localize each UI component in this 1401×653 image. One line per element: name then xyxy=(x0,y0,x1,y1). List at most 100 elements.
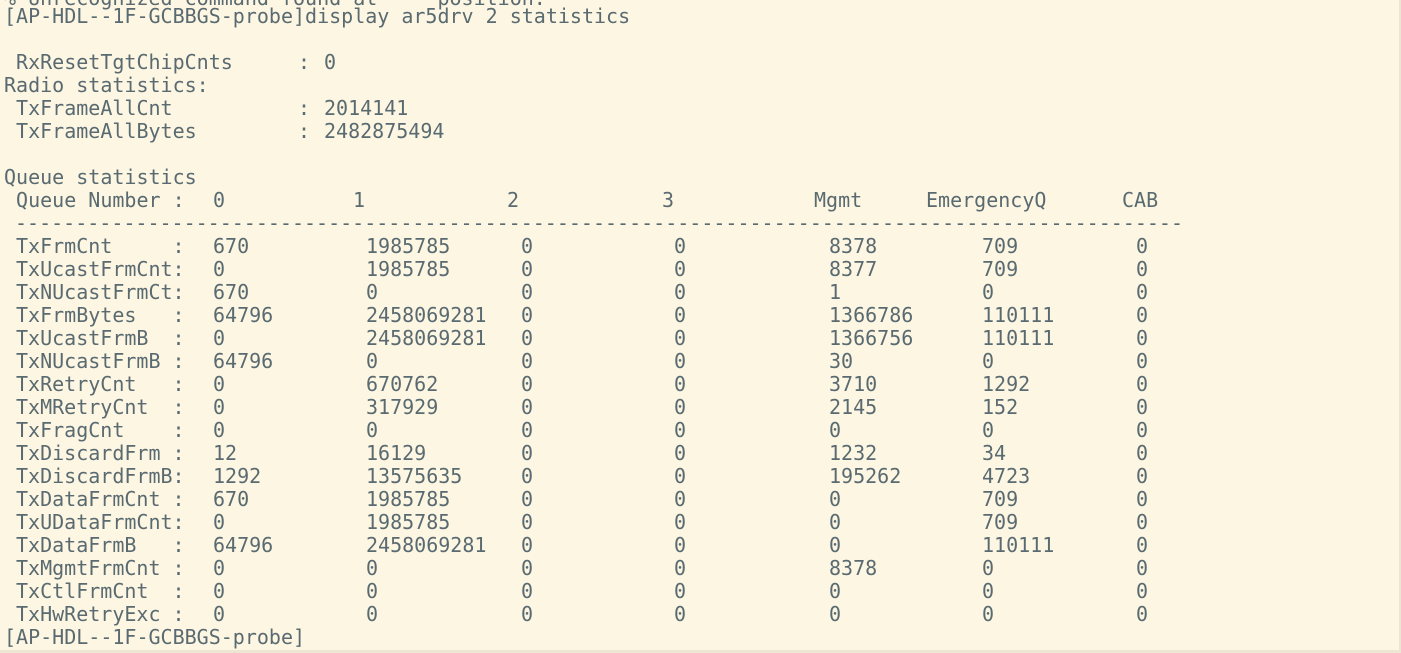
radio-stat-label: TxFrameAllCnt xyxy=(4,96,173,120)
table-row: TxDiscardFrmB: 1292 13575635 0 0 195262 4723 0 xyxy=(4,465,1384,488)
table-row: TxFragCnt : 0 0 0 0 0 0 0 xyxy=(4,419,1384,442)
row-label: TxMRetryCnt : xyxy=(16,395,185,419)
table-cell: 709 xyxy=(982,510,1019,534)
table-cell: 0 xyxy=(674,441,687,465)
table-row: TxNUcastFrmB : 64796 0 0 0 30 0 0 xyxy=(4,350,1384,373)
table-cell: 0 xyxy=(982,579,995,603)
table-cell: 0 xyxy=(521,372,534,396)
table-cell: 0 xyxy=(829,533,842,557)
queue-header-label: Queue Number : xyxy=(4,188,185,212)
table-row: TxUDataFrmCnt: 0 1985785 0 0 0 709 0 xyxy=(4,511,1384,534)
table-cell: 0 xyxy=(213,395,226,419)
row-label: TxFrmBytes : xyxy=(16,303,185,327)
table-cell: 0 xyxy=(982,349,995,373)
table-cell: 0 xyxy=(674,326,687,350)
table-cell: 0 xyxy=(366,349,379,373)
table-cell: 0 xyxy=(982,280,995,304)
table-row: TxFrmBytes : 64796 2458069281 0 0 1366786 1101… xyxy=(4,304,1384,327)
table-cell: 1366786 xyxy=(829,303,914,327)
table-cell: 1985785 xyxy=(366,487,451,511)
table-cell: 195262 xyxy=(829,464,902,488)
table-cell: 670 xyxy=(213,280,250,304)
table-cell: 2145 xyxy=(829,395,878,419)
table-cell: 0 xyxy=(1136,326,1149,350)
radio-stat-value: 2014141 xyxy=(324,96,409,120)
table-cell: 3710 xyxy=(829,372,878,396)
table-cell: 709 xyxy=(982,257,1019,281)
table-cell: 0 xyxy=(213,579,226,603)
table-cell: 0 xyxy=(213,326,226,350)
table-cell: 0 xyxy=(521,464,534,488)
table-cell: 317929 xyxy=(366,395,439,419)
table-cell: 0 xyxy=(1136,257,1149,281)
table-cell: 0 xyxy=(213,257,226,281)
table-row: TxMgmtFrmCnt : 0 0 0 0 8378 0 0 xyxy=(4,557,1384,580)
table-cell: 0 xyxy=(674,349,687,373)
table-cell: 0 xyxy=(982,602,995,626)
radio-stat-label: TxFrameAllBytes xyxy=(4,119,197,143)
table-cell: 0 xyxy=(213,556,226,580)
table-cell: 0 xyxy=(674,395,687,419)
table-cell: 2458069281 xyxy=(366,326,487,350)
reset-stat-colon: : xyxy=(298,50,323,74)
table-row: TxCtlFrmCnt : 0 0 0 0 0 0 0 xyxy=(4,580,1384,603)
table-cell: 0 xyxy=(521,510,534,534)
table-cell: 1232 xyxy=(829,441,878,465)
table-cell: 8377 xyxy=(829,257,878,281)
command-line: [AP-HDL--1F-GCBBGS-probe]display ar5drv … xyxy=(4,4,631,28)
table-cell: 0 xyxy=(521,349,534,373)
row-label: TxDataFrmCnt : xyxy=(16,487,185,511)
table-row: TxDataFrmB : 64796 2458069281 0 0 0 110111 0 xyxy=(4,534,1384,557)
radio-stat-line: TxFrameAllCnt : 2014141 xyxy=(4,97,704,120)
table-row: TxMRetryCnt : 0 317929 0 0 2145 152 0 xyxy=(4,396,1384,419)
table-cell: 0 xyxy=(674,602,687,626)
table-cell: 0 xyxy=(674,303,687,327)
radio-stat-colon: : xyxy=(298,119,323,143)
table-cell: 0 xyxy=(829,602,842,626)
row-label: TxUcastFrmCnt: xyxy=(16,257,185,281)
table-cell: 0 xyxy=(1136,464,1149,488)
table-cell: 13575635 xyxy=(366,464,463,488)
table-cell: 0 xyxy=(982,418,995,442)
row-label: TxDiscardFrm : xyxy=(16,441,185,465)
queue-column-header: 2 xyxy=(507,188,520,212)
table-cell: 0 xyxy=(213,510,226,534)
table-cell: 0 xyxy=(521,280,534,304)
table-cell: 110111 xyxy=(982,533,1055,557)
table-cell: 0 xyxy=(213,602,226,626)
table-cell: 0 xyxy=(829,510,842,534)
table-cell: 0 xyxy=(674,510,687,534)
table-cell: 0 xyxy=(674,280,687,304)
table-cell: 0 xyxy=(366,579,379,603)
table-cell: 64796 xyxy=(213,349,274,373)
table-cell: 0 xyxy=(521,602,534,626)
table-cell: 2458069281 xyxy=(366,303,487,327)
table-cell: 0 xyxy=(829,418,842,442)
table-row: TxNUcastFrmCt: 670 0 0 0 1 0 0 xyxy=(4,281,1384,304)
radio-stats-title: Radio statistics: xyxy=(4,73,209,97)
radio-stat-value: 2482875494 xyxy=(324,119,445,143)
radio-stat-line: TxFrameAllBytes : 2482875494 xyxy=(4,120,704,143)
table-cell: 670762 xyxy=(366,372,439,396)
reset-stat-value: 0 xyxy=(324,50,337,74)
table-cell: 0 xyxy=(1136,349,1149,373)
table-cell: 0 xyxy=(521,303,534,327)
prompt-line[interactable]: [AP-HDL--1F-GCBBGS-probe] xyxy=(4,626,305,649)
table-cell: 1292 xyxy=(982,372,1031,396)
table-row: TxDiscardFrm : 12 16129 0 0 1232 34 0 xyxy=(4,442,1384,465)
table-cell: 0 xyxy=(1136,234,1149,258)
table-cell: 0 xyxy=(1136,441,1149,465)
queue-header-row: Queue Number : 0 1 2 3 Mgmt EmergencyQ C… xyxy=(4,189,1384,212)
table-cell: 0 xyxy=(674,372,687,396)
table-cell: 2458069281 xyxy=(366,533,487,557)
table-cell: 152 xyxy=(982,395,1019,419)
row-label: TxDiscardFrmB: xyxy=(16,464,185,488)
table-cell: 16129 xyxy=(366,441,427,465)
table-cell: 0 xyxy=(521,579,534,603)
table-cell: 0 xyxy=(521,441,534,465)
row-label: TxUDataFrmCnt: xyxy=(16,510,185,534)
queue-column-header: 1 xyxy=(353,188,366,212)
table-cell: 1985785 xyxy=(366,510,451,534)
table-cell: 34 xyxy=(982,441,1007,465)
terminal-window[interactable]: % Unrecognized command found at '^' posi… xyxy=(0,0,1401,653)
